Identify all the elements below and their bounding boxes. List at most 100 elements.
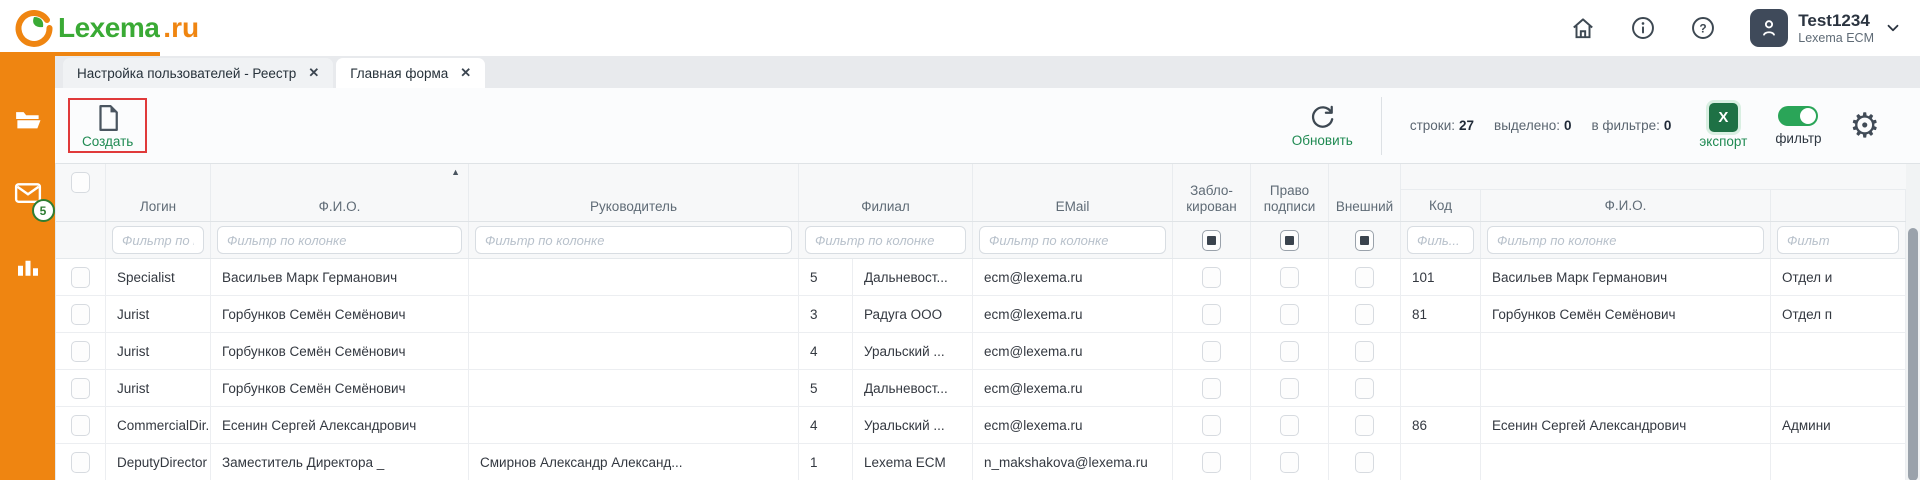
cell-row-select-checkbox [56, 407, 106, 443]
row-checkbox-sign-right[interactable] [1280, 267, 1299, 288]
table-row[interactable]: SpecialistВасильев Марк Германович5Дальн… [56, 259, 1920, 296]
row-checkbox-external[interactable] [1355, 452, 1374, 473]
cell-row-checkbox-sign-right [1251, 444, 1329, 480]
cell-fio2 [1481, 444, 1771, 480]
table-row[interactable]: JuristГорбунков Семён Семёнович5Дальнево… [56, 370, 1920, 407]
row-checkbox-blocked[interactable] [1202, 341, 1221, 362]
logo[interactable]: Lexema.ru [0, 8, 199, 48]
row-select-checkbox[interactable] [71, 267, 90, 288]
row-select-checkbox[interactable] [71, 304, 90, 325]
row-checkbox-external[interactable] [1355, 267, 1374, 288]
row-checkbox-external[interactable] [1355, 415, 1374, 436]
row-checkbox-blocked[interactable] [1202, 267, 1221, 288]
row-select-checkbox[interactable] [71, 341, 90, 362]
row-select-checkbox[interactable] [71, 415, 90, 436]
row-checkbox-sign-right[interactable] [1280, 304, 1299, 325]
scrollbar-thumb[interactable] [1908, 228, 1918, 480]
row-checkbox-blocked[interactable] [1202, 378, 1221, 399]
info-icon[interactable] [1630, 15, 1656, 41]
filter-checkbox-external[interactable] [1355, 230, 1374, 251]
filter-input-code[interactable] [1407, 226, 1474, 254]
table-row[interactable]: JuristГорбунков Семён Семёнович4Уральски… [56, 333, 1920, 370]
filter-checkbox-blocked[interactable] [1202, 230, 1221, 251]
column-header-fio[interactable]: ▲Ф.И.О. [211, 164, 469, 221]
row-checkbox-external[interactable] [1355, 341, 1374, 362]
cell-fio2: Васильев Марк Германович [1481, 259, 1771, 295]
filter-input-fio2[interactable] [1487, 226, 1764, 254]
cell-dept [1771, 444, 1906, 480]
row-checkbox-external[interactable] [1355, 378, 1374, 399]
cell-fio2: Горбунков Семён Семёнович [1481, 296, 1771, 332]
row-select-checkbox[interactable] [71, 452, 90, 473]
cell-row-checkbox-blocked [1173, 444, 1251, 480]
tab-main-form[interactable]: Главная форма ✕ [336, 58, 485, 88]
create-button[interactable]: Создать [68, 98, 147, 153]
column-header-sign-right[interactable]: Право подписи [1251, 164, 1329, 221]
grid-filter-row [56, 222, 1920, 259]
select-all-checkbox[interactable] [71, 172, 90, 193]
filter-input-dept[interactable] [1777, 226, 1899, 254]
column-header-email[interactable]: EMail [973, 164, 1173, 221]
tab-label: Главная форма [350, 66, 448, 81]
gear-icon[interactable]: ⚙ [1850, 109, 1880, 143]
row-checkbox-sign-right[interactable] [1280, 378, 1299, 399]
filter-input-login[interactable] [112, 226, 204, 254]
column-header-dept[interactable] [1771, 190, 1906, 221]
cell-fio: Горбунков Семён Семёнович [211, 333, 469, 369]
cell-login: DeputyDirector [106, 444, 211, 480]
filter-input-branch[interactable] [805, 226, 966, 254]
app-window: Lexema.ru ? [0, 0, 1920, 480]
help-icon[interactable]: ? [1690, 15, 1716, 41]
cell-login: CommercialDir... [106, 407, 211, 443]
row-checkbox-external[interactable] [1355, 304, 1374, 325]
folder-icon[interactable] [13, 104, 43, 134]
refresh-button[interactable]: Обновить [1292, 104, 1353, 148]
home-icon[interactable] [1570, 15, 1596, 41]
column-header-code[interactable]: Код [1401, 190, 1481, 221]
row-checkbox-sign-right[interactable] [1280, 415, 1299, 436]
column-header-manager[interactable]: Руководитель [469, 164, 799, 221]
filter-input-email[interactable] [979, 226, 1166, 254]
cell-fio2 [1481, 370, 1771, 406]
row-checkbox-sign-right[interactable] [1280, 452, 1299, 473]
user-menu[interactable]: Test1234 Lexema ECM [1750, 9, 1902, 47]
export-button[interactable]: X экспорт [1699, 103, 1747, 149]
filter-input-manager[interactable] [475, 226, 792, 254]
toolbar-right: Обновить строки:27 выделено:0 в фильтре:… [1292, 97, 1920, 155]
row-checkbox-blocked[interactable] [1202, 415, 1221, 436]
column-header-branch[interactable]: Филиал [799, 164, 973, 221]
column-header-blocked[interactable]: Забло-кирован [1173, 164, 1251, 221]
cell-branch_code: 4 [799, 407, 853, 443]
toggle-on-icon[interactable] [1778, 106, 1818, 126]
close-icon[interactable]: ✕ [308, 65, 319, 81]
filter-input-fio[interactable] [217, 226, 462, 254]
row-checkbox-blocked[interactable] [1202, 304, 1221, 325]
close-icon[interactable]: ✕ [460, 65, 471, 81]
table-row[interactable]: DeputyDirectorЗаместитель Директора _Сми… [56, 444, 1920, 480]
excel-icon: X [1709, 103, 1738, 132]
row-checkbox-blocked[interactable] [1202, 452, 1221, 473]
row-checkbox-sign-right[interactable] [1280, 341, 1299, 362]
left-sidebar: 5 [0, 56, 55, 480]
cell-fio: Заместитель Директора _ [211, 444, 469, 480]
table-row[interactable]: JuristГорбунков Семён Семёнович3Радуга О… [56, 296, 1920, 333]
bar-chart-icon[interactable] [13, 252, 43, 282]
cell-manager [469, 370, 799, 406]
in-filter-count: в фильтре:0 [1591, 118, 1671, 133]
cell-row-checkbox-external [1329, 444, 1401, 480]
filter-toggle[interactable]: фильтр [1775, 106, 1821, 146]
column-header-login[interactable]: Логин [106, 164, 211, 221]
column-header-external[interactable]: Внешний [1329, 164, 1401, 221]
table-row[interactable]: CommercialDir...Есенин Сергей Александро… [56, 407, 1920, 444]
filter-checkbox-sign-right[interactable] [1280, 230, 1299, 251]
username: Test1234 [1798, 11, 1874, 31]
logo-tld: .ru [163, 12, 199, 44]
row-select-checkbox[interactable] [71, 378, 90, 399]
cell-branch_name: Lexema ECM [853, 444, 973, 480]
cell-row-checkbox-external [1329, 370, 1401, 406]
vertical-scrollbar[interactable] [1906, 164, 1920, 480]
tab-user-settings-registry[interactable]: Настройка пользователей - Реестр ✕ [63, 58, 333, 88]
chevron-down-icon[interactable] [1884, 19, 1902, 37]
column-header-fio2[interactable]: Ф.И.О. [1481, 190, 1771, 221]
cell-branch_name: Уральский ... [853, 407, 973, 443]
